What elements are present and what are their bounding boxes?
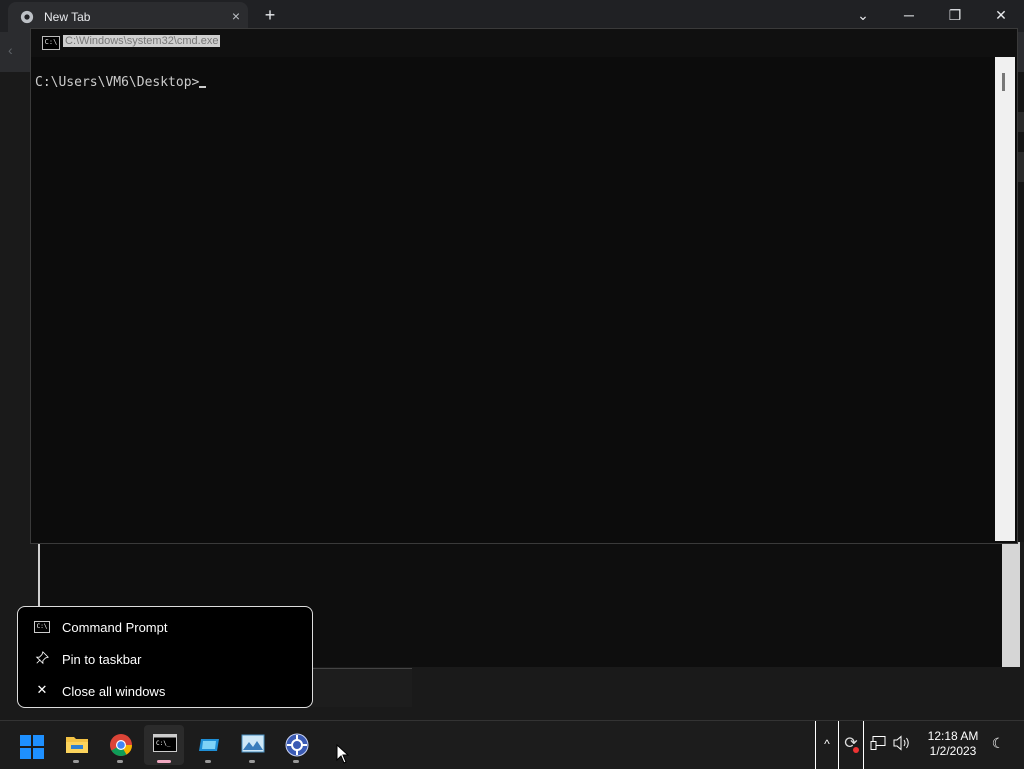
cmd-window-title: C:\Windows\system32\cmd.exe — [63, 35, 221, 47]
chrome-icon — [110, 734, 132, 756]
folder-icon — [66, 737, 88, 753]
tab-title: New Tab — [44, 10, 91, 24]
cmd-console[interactable]: C:\Users\VM6\Desktop> — [33, 59, 995, 539]
cmd-scrollbar[interactable] — [995, 57, 1015, 541]
active-indicator — [157, 760, 171, 763]
image-viewer-icon — [241, 734, 265, 753]
clock-time: 12:18 AM — [927, 729, 979, 743]
jumplist-item-label: Pin to taskbar — [62, 652, 142, 667]
new-tab-button[interactable]: + — [260, 4, 280, 26]
network-icon[interactable] — [870, 735, 886, 751]
taskbar: C:\_ ^ ⟳ 12:18 AM 1/2/2023 ☾ — [0, 720, 1024, 769]
settings-wheel-icon — [285, 733, 309, 757]
cmd-prompt-text: C:\Users\VM6\Desktop> — [35, 75, 200, 90]
notification-moon-icon[interactable]: ☾ — [988, 735, 1008, 751]
clock-date: 1/2/2023 — [929, 744, 977, 758]
tray-overflow-chevron-icon[interactable]: ^ — [815, 721, 838, 769]
scrollbar-thumb[interactable] — [1002, 73, 1005, 91]
cmd-prompt-line: C:\Users\VM6\Desktop> — [35, 75, 207, 90]
cmd-icon: C:\ — [34, 621, 50, 633]
cursor — [199, 86, 207, 88]
app-6-taskbar-button[interactable] — [232, 725, 272, 765]
cmd-window[interactable]: C:\ C:\Windows\system32\cmd.exe C:\Users… — [30, 28, 1018, 544]
jumplist-command-prompt[interactable]: C:\ Command Prompt — [18, 611, 312, 641]
start-button[interactable] — [12, 725, 52, 765]
jumplist-close-all-windows[interactable]: ✕ Close all windows — [18, 675, 312, 705]
drive-icon — [199, 739, 219, 751]
chrome-taskbar-button[interactable] — [100, 725, 140, 765]
tray-sync-icon[interactable]: ⟳ — [838, 721, 864, 769]
running-indicator — [205, 760, 211, 763]
taskbar-jump-list: C:\ Command Prompt Pin to taskbar ✕ Clos… — [17, 606, 313, 708]
app-7-taskbar-button[interactable] — [276, 725, 316, 765]
windows-start-icon — [20, 735, 44, 759]
running-indicator — [249, 760, 255, 763]
terminal-icon: C:\_ — [153, 734, 177, 752]
pin-icon — [35, 651, 49, 665]
volume-icon[interactable] — [893, 735, 911, 751]
jumplist-item-label: Command Prompt — [62, 620, 168, 635]
running-indicator — [117, 760, 123, 763]
mouse-pointer-icon — [336, 744, 350, 764]
svg-text:C:\_: C:\_ — [156, 740, 171, 747]
jumplist-pin-to-taskbar[interactable]: Pin to taskbar — [18, 643, 312, 673]
running-indicator — [293, 760, 299, 763]
window-ghost-strip — [312, 668, 412, 707]
cmd-titlebar[interactable]: C:\ C:\Windows\system32\cmd.exe — [31, 29, 1017, 57]
command-prompt-taskbar-button[interactable]: C:\_ — [144, 725, 184, 765]
back-arrow-icon[interactable]: ‹ — [8, 42, 13, 58]
jumplist-item-label: Close all windows — [62, 684, 166, 699]
chrome-favicon-icon — [20, 10, 34, 24]
system-clock[interactable]: 12:18 AM 1/2/2023 — [920, 729, 986, 759]
close-icon: ✕ — [36, 682, 48, 697]
file-explorer-button[interactable] — [56, 725, 96, 765]
cmd-window-icon: C:\ — [42, 36, 60, 50]
tab-close-icon[interactable]: × — [232, 8, 240, 24]
running-indicator — [73, 760, 79, 763]
sync-error-dot — [853, 747, 859, 753]
app-5-taskbar-button[interactable] — [188, 725, 228, 765]
